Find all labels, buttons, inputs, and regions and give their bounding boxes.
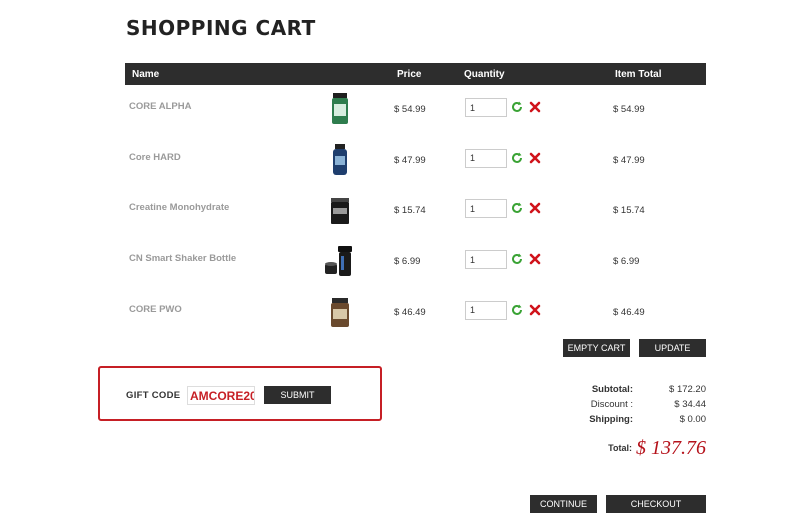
product-name-link[interactable]: CORE ALPHA bbox=[129, 101, 191, 112]
product-price: $ 47.99 bbox=[394, 154, 426, 166]
shipping-value: $ 0.00 bbox=[679, 414, 706, 425]
product-thumbnail[interactable] bbox=[325, 92, 355, 126]
product-price: $ 54.99 bbox=[394, 104, 426, 115]
refresh-icon[interactable] bbox=[510, 201, 524, 215]
quantity-input[interactable] bbox=[465, 300, 507, 320]
table-row: CN Smart Shaker Bottle $ 6.99 $ 6.99 bbox=[125, 237, 706, 288]
table-row: CORE ALPHA $ 54.99 $ 54.99 bbox=[125, 85, 706, 136]
close-icon[interactable] bbox=[528, 151, 542, 165]
page-title: SHOPPING CART bbox=[126, 16, 316, 40]
update-button[interactable]: UPDATE bbox=[639, 339, 706, 357]
cart-table: Name Price Quantity Item Total CORE ALPH… bbox=[125, 63, 706, 338]
shipping-label: Shipping: bbox=[589, 414, 633, 425]
quantity-input[interactable] bbox=[465, 98, 507, 117]
refresh-icon[interactable] bbox=[510, 151, 524, 165]
item-total: $ 6.99 bbox=[613, 256, 640, 268]
table-row: CORE PWO $ 46.49 $ 46.49 bbox=[125, 288, 706, 339]
header-price: Price bbox=[397, 69, 422, 80]
submit-button[interactable]: SUBMIT bbox=[264, 386, 331, 404]
item-total: $ 46.49 bbox=[613, 306, 645, 318]
table-header: Name Price Quantity Item Total bbox=[125, 63, 706, 85]
header-item-total: Item Total bbox=[615, 69, 662, 80]
grand-total-value: $ 137.76 bbox=[636, 437, 706, 459]
gift-code-box: GIFT CODE SUBMIT bbox=[98, 366, 382, 421]
header-name: Name bbox=[132, 69, 160, 80]
quantity-input[interactable] bbox=[465, 199, 507, 219]
quantity-input[interactable] bbox=[465, 250, 507, 270]
product-name-link[interactable]: CN Smart Shaker Bottle bbox=[129, 253, 236, 264]
discount-label: Discount : bbox=[590, 399, 633, 410]
product-price: $ 15.74 bbox=[394, 205, 426, 217]
gift-code-label: GIFT CODE bbox=[126, 390, 181, 401]
item-total: $ 54.99 bbox=[613, 104, 645, 115]
subtotal-label: Subtotal: bbox=[591, 384, 633, 395]
close-icon[interactable] bbox=[528, 100, 542, 114]
refresh-icon[interactable] bbox=[510, 252, 524, 266]
subtotal-value: $ 172.20 bbox=[669, 384, 706, 395]
product-price: $ 46.49 bbox=[394, 306, 426, 318]
refresh-icon[interactable] bbox=[510, 303, 524, 317]
product-thumbnail[interactable] bbox=[325, 143, 355, 177]
empty-cart-button[interactable]: EMPTY CART bbox=[563, 339, 630, 357]
close-icon[interactable] bbox=[528, 303, 542, 317]
item-total: $ 47.99 bbox=[613, 154, 645, 166]
close-icon[interactable] bbox=[528, 252, 542, 266]
gift-code-input[interactable] bbox=[187, 386, 255, 405]
product-name-link[interactable]: CORE PWO bbox=[129, 304, 182, 315]
close-icon[interactable] bbox=[528, 201, 542, 215]
header-quantity: Quantity bbox=[464, 69, 505, 80]
product-price: $ 6.99 bbox=[394, 256, 421, 268]
table-row: Creatine Monohydrate $ 15.74 $ 15.74 bbox=[125, 186, 706, 237]
product-thumbnail[interactable] bbox=[325, 244, 355, 278]
checkout-button[interactable]: CHECKOUT bbox=[606, 495, 706, 513]
discount-value: $ 34.44 bbox=[674, 399, 706, 410]
table-row: Core HARD $ 47.99 $ 47.99 bbox=[125, 136, 706, 187]
product-thumbnail[interactable] bbox=[325, 193, 355, 227]
continue-button[interactable]: CONTINUE bbox=[530, 495, 597, 513]
product-thumbnail[interactable] bbox=[325, 295, 355, 329]
quantity-input[interactable] bbox=[465, 148, 507, 168]
product-name-link[interactable]: Core HARD bbox=[129, 152, 181, 163]
product-name-link[interactable]: Creatine Monohydrate bbox=[129, 202, 229, 213]
item-total: $ 15.74 bbox=[613, 205, 645, 217]
refresh-icon[interactable] bbox=[510, 100, 524, 114]
